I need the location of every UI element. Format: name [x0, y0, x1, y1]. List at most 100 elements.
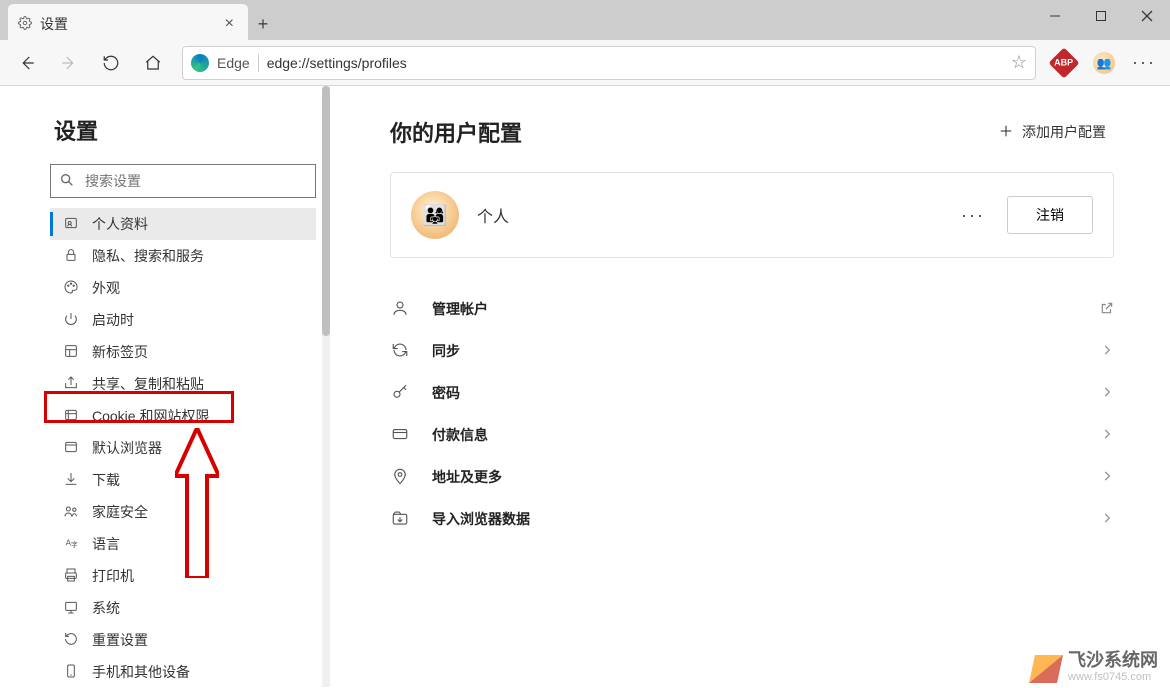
sidebar-label: 启动时 [92, 310, 134, 330]
lock-icon [62, 247, 80, 266]
external-link-icon [1100, 301, 1114, 318]
sidebar-item-appearance[interactable]: 外观 [50, 272, 316, 304]
key-icon [390, 383, 410, 404]
settings-sidebar: 设置 个人资料 隐私、搜索和服务 外观 启动时 [0, 86, 330, 687]
title-bar: 设置 × + [0, 0, 1170, 40]
grid-icon [62, 343, 80, 362]
settings-search-input[interactable] [83, 172, 307, 190]
tab-title: 设置 [40, 14, 68, 34]
sidebar-label: Cookie 和网站权限 [92, 406, 209, 426]
sidebar-item-startup[interactable]: 启动时 [50, 304, 316, 336]
row-label: 导入浏览器数据 [432, 509, 530, 529]
forward-button[interactable] [50, 44, 88, 82]
chevron-right-icon [1100, 469, 1114, 486]
profile-icon [62, 215, 80, 234]
row-address[interactable]: 地址及更多 [390, 456, 1114, 498]
svg-text:字: 字 [71, 540, 78, 549]
profile-more-button[interactable]: ··· [955, 205, 991, 226]
row-label: 管理帐户 [432, 299, 488, 319]
sidebar-heading: 设置 [54, 114, 316, 146]
url-text: edge://settings/profiles [267, 55, 407, 71]
home-button[interactable] [134, 44, 172, 82]
palette-icon [62, 279, 80, 298]
sidebar-item-language[interactable]: A字 语言 [50, 528, 316, 560]
row-import[interactable]: 导入浏览器数据 [390, 498, 1114, 540]
cookie-icon [62, 407, 80, 426]
watermark-title: 飞沙系统网 [1068, 651, 1158, 671]
sidebar-label: 系统 [92, 598, 120, 618]
row-label: 付款信息 [432, 425, 488, 445]
toolbar: Edge edge://settings/profiles ☆ ABP 👥 ··… [0, 40, 1170, 86]
location-icon [390, 467, 410, 488]
share-icon [62, 375, 80, 394]
row-label: 同步 [432, 341, 460, 361]
sidebar-item-family[interactable]: 家庭安全 [50, 496, 316, 528]
profile-avatar-large: 👨‍👩‍👧 [411, 191, 459, 239]
abp-extension-icon[interactable]: ABP [1050, 49, 1078, 77]
sidebar-item-printer[interactable]: 打印机 [50, 560, 316, 592]
sidebar-item-downloads[interactable]: 下载 [50, 464, 316, 496]
window-maximize-button[interactable] [1078, 0, 1124, 32]
bookmark-star-icon[interactable]: ☆ [1011, 52, 1027, 73]
browser-tab[interactable]: 设置 × [8, 4, 248, 44]
download-icon [62, 471, 80, 490]
user-icon [390, 299, 410, 320]
sidebar-label: 新标签页 [92, 342, 148, 362]
row-password[interactable]: 密码 [390, 372, 1114, 414]
chevron-right-icon [1100, 385, 1114, 402]
sidebar-item-privacy[interactable]: 隐私、搜索和服务 [50, 240, 316, 272]
sidebar-label: 家庭安全 [92, 502, 148, 522]
sidebar-scrollbar-thumb[interactable] [322, 86, 330, 336]
refresh-button[interactable] [92, 44, 130, 82]
tab-close-button[interactable]: × [221, 13, 238, 35]
plus-icon [998, 123, 1014, 142]
row-payment[interactable]: 付款信息 [390, 414, 1114, 456]
gear-icon [18, 16, 32, 33]
sidebar-label: 隐私、搜索和服务 [92, 246, 204, 266]
new-tab-button[interactable]: + [248, 4, 278, 44]
address-bar[interactable]: Edge edge://settings/profiles ☆ [182, 46, 1036, 80]
profile-avatar-small[interactable]: 👥 [1090, 49, 1118, 77]
sidebar-label: 共享、复制和粘贴 [92, 374, 204, 394]
more-menu-button[interactable]: ··· [1130, 49, 1158, 77]
edge-icon [191, 54, 209, 72]
sidebar-label: 语言 [92, 534, 120, 554]
window-minimize-button[interactable] [1032, 0, 1078, 32]
chevron-right-icon [1100, 343, 1114, 360]
chevron-right-icon [1100, 427, 1114, 444]
logout-button[interactable]: 注销 [1007, 196, 1093, 234]
profile-settings-list: 管理帐户 同步 密码 付款信息 地址及更多 [390, 288, 1114, 540]
watermark-logo-icon [1029, 655, 1063, 683]
row-sync[interactable]: 同步 [390, 330, 1114, 372]
sync-icon [390, 341, 410, 362]
power-icon [62, 311, 80, 330]
card-icon [390, 425, 410, 446]
sidebar-item-default-browser[interactable]: 默认浏览器 [50, 432, 316, 464]
sidebar-label: 下载 [92, 470, 120, 490]
settings-search-box[interactable] [50, 164, 316, 198]
language-icon: A字 [62, 535, 80, 554]
sidebar-label: 手机和其他设备 [92, 662, 190, 682]
main-panel: 你的用户配置 添加用户配置 👨‍👩‍👧 个人 ··· 注销 管理帐户 [330, 86, 1170, 687]
add-profile-label: 添加用户配置 [1022, 122, 1106, 142]
window-close-button[interactable] [1124, 0, 1170, 32]
sidebar-item-newtab[interactable]: 新标签页 [50, 336, 316, 368]
sidebar-item-phone[interactable]: 手机和其他设备 [50, 656, 316, 688]
row-manage-account[interactable]: 管理帐户 [390, 288, 1114, 330]
sidebar-item-cookies[interactable]: Cookie 和网站权限 [50, 400, 316, 432]
sidebar-item-profile[interactable]: 个人资料 [50, 208, 316, 240]
search-icon [59, 172, 75, 191]
printer-icon [62, 567, 80, 586]
back-button[interactable] [8, 44, 46, 82]
sidebar-item-reset[interactable]: 重置设置 [50, 624, 316, 656]
sidebar-item-system[interactable]: 系统 [50, 592, 316, 624]
edge-label: Edge [217, 55, 250, 71]
sidebar-item-share[interactable]: 共享、复制和粘贴 [50, 368, 316, 400]
sidebar-label: 默认浏览器 [92, 438, 162, 458]
system-icon [62, 599, 80, 618]
sidebar-scrollbar-track[interactable] [322, 86, 330, 687]
window-icon [62, 439, 80, 458]
add-profile-button[interactable]: 添加用户配置 [990, 116, 1114, 148]
import-icon [390, 509, 410, 530]
profile-name: 个人 [477, 203, 509, 227]
